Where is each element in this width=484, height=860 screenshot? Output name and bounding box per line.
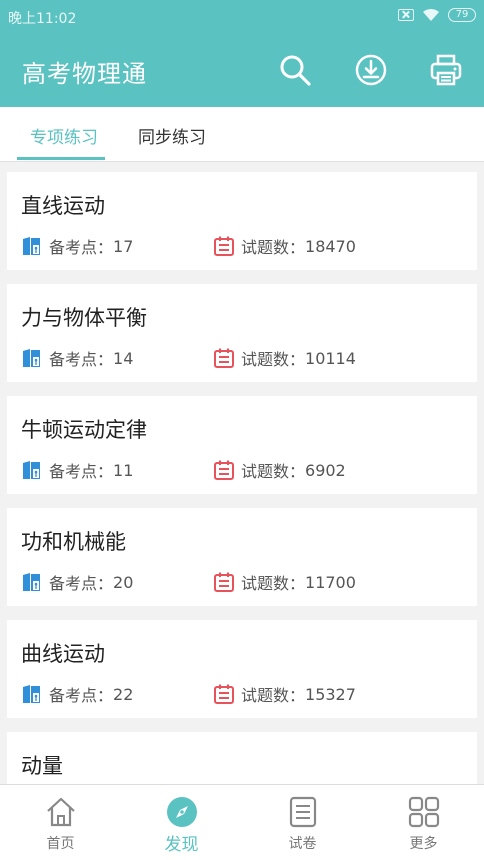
topic-list[interactable]: 直线运动 备考点： 17 试题数： 18470 力与物体平衡 备考点： 14 试题数：… bbox=[0, 162, 484, 784]
status-bar: 晚上11:02 79 bbox=[0, 0, 484, 34]
bottom-nav: 首页 发现 试卷 更多 bbox=[0, 784, 484, 860]
nav-more[interactable]: 更多 bbox=[363, 785, 484, 860]
questions-info: 试题数： 10114 bbox=[213, 346, 356, 370]
questions-value: 10114 bbox=[305, 348, 356, 368]
book-icon bbox=[23, 573, 40, 591]
book-icon bbox=[23, 349, 40, 367]
points-label: 备考点： bbox=[49, 350, 114, 369]
questions-label: 试题数： bbox=[241, 574, 306, 593]
questions-info: 试题数： 11700 bbox=[213, 570, 356, 594]
calendar-icon bbox=[214, 348, 234, 368]
questions-info: 试题数： 18470 bbox=[213, 234, 356, 258]
points-value: 14 bbox=[113, 348, 134, 368]
calendar-icon bbox=[214, 684, 234, 704]
tab-special-practice[interactable]: 专项练习 bbox=[30, 123, 98, 148]
nav-papers[interactable]: 试卷 bbox=[242, 785, 363, 860]
points-label: 备考点： bbox=[49, 238, 114, 257]
app-title: 高考物理通 bbox=[22, 60, 147, 88]
points-value: 20 bbox=[113, 572, 134, 592]
questions-info: 试题数： 15327 bbox=[213, 682, 356, 706]
topic-card[interactable]: 动量 bbox=[7, 732, 477, 784]
search-button[interactable] bbox=[277, 52, 313, 88]
calendar-icon bbox=[214, 460, 234, 480]
topic-card[interactable]: 功和机械能 备考点： 20 试题数： 11700 bbox=[7, 508, 477, 606]
nav-papers-label: 试卷 bbox=[288, 836, 317, 852]
topic-name: 功和机械能 bbox=[21, 530, 126, 554]
questions-value: 18470 bbox=[305, 236, 356, 256]
grid-icon bbox=[408, 796, 439, 828]
book-icon bbox=[23, 237, 40, 255]
home-icon bbox=[46, 797, 75, 827]
points-value: 17 bbox=[113, 236, 134, 256]
points-label: 备考点： bbox=[49, 574, 114, 593]
points-info: 备考点： 11 bbox=[21, 458, 133, 482]
topic-name: 曲线运动 bbox=[21, 642, 105, 666]
nav-home-label: 首页 bbox=[46, 836, 75, 852]
nav-home[interactable]: 首页 bbox=[0, 785, 121, 860]
points-info: 备考点： 17 bbox=[21, 234, 133, 258]
tab-bar: 专项练习 同步练习 bbox=[0, 107, 484, 162]
nav-discover-label: 发现 bbox=[164, 835, 199, 855]
points-value: 22 bbox=[113, 684, 134, 704]
status-time: 晚上11:02 bbox=[8, 11, 77, 27]
points-value: 11 bbox=[113, 460, 134, 480]
paper-icon bbox=[289, 796, 316, 828]
calendar-icon bbox=[214, 572, 234, 592]
status-icons: 79 bbox=[398, 8, 476, 22]
sim-card-icon bbox=[398, 9, 414, 21]
points-info: 备考点： 20 bbox=[21, 570, 133, 594]
questions-label: 试题数： bbox=[241, 350, 306, 369]
nav-more-label: 更多 bbox=[409, 836, 438, 852]
topic-name: 动量 bbox=[21, 754, 63, 778]
questions-info: 试题数： 6902 bbox=[213, 458, 346, 482]
points-label: 备考点： bbox=[49, 462, 114, 481]
search-icon bbox=[280, 55, 311, 86]
calendar-icon bbox=[214, 236, 234, 256]
topic-card[interactable]: 曲线运动 备考点： 22 试题数： 15327 bbox=[7, 620, 477, 718]
book-icon bbox=[23, 461, 40, 479]
questions-label: 试题数： bbox=[241, 238, 306, 257]
battery-icon: 79 bbox=[448, 8, 476, 22]
questions-label: 试题数： bbox=[241, 686, 306, 705]
active-tab-indicator bbox=[17, 157, 105, 160]
topic-card[interactable]: 直线运动 备考点： 17 试题数： 18470 bbox=[7, 172, 477, 270]
questions-value: 15327 bbox=[305, 684, 356, 704]
app-bar: 高考物理通 bbox=[0, 34, 484, 107]
points-info: 备考点： 14 bbox=[21, 346, 133, 370]
printer-icon bbox=[430, 54, 462, 86]
points-info: 备考点： 22 bbox=[21, 682, 133, 706]
points-label: 备考点： bbox=[49, 686, 114, 705]
compass-icon bbox=[166, 797, 197, 827]
topic-card[interactable]: 牛顿运动定律 备考点： 11 试题数： 6902 bbox=[7, 396, 477, 494]
topic-name: 直线运动 bbox=[21, 194, 105, 218]
topic-name: 牛顿运动定律 bbox=[21, 418, 147, 442]
questions-value: 11700 bbox=[305, 572, 356, 592]
print-button[interactable] bbox=[428, 52, 464, 88]
download-icon bbox=[355, 54, 387, 86]
nav-discover[interactable]: 发现 bbox=[121, 785, 242, 860]
book-icon bbox=[23, 685, 40, 703]
topic-name: 力与物体平衡 bbox=[21, 306, 147, 330]
topic-card[interactable]: 力与物体平衡 备考点： 14 试题数： 10114 bbox=[7, 284, 477, 382]
wifi-icon bbox=[423, 8, 439, 21]
download-button[interactable] bbox=[353, 52, 389, 88]
tab-sync-practice[interactable]: 同步练习 bbox=[138, 123, 206, 148]
questions-value: 6902 bbox=[305, 460, 346, 480]
questions-label: 试题数： bbox=[241, 462, 306, 481]
